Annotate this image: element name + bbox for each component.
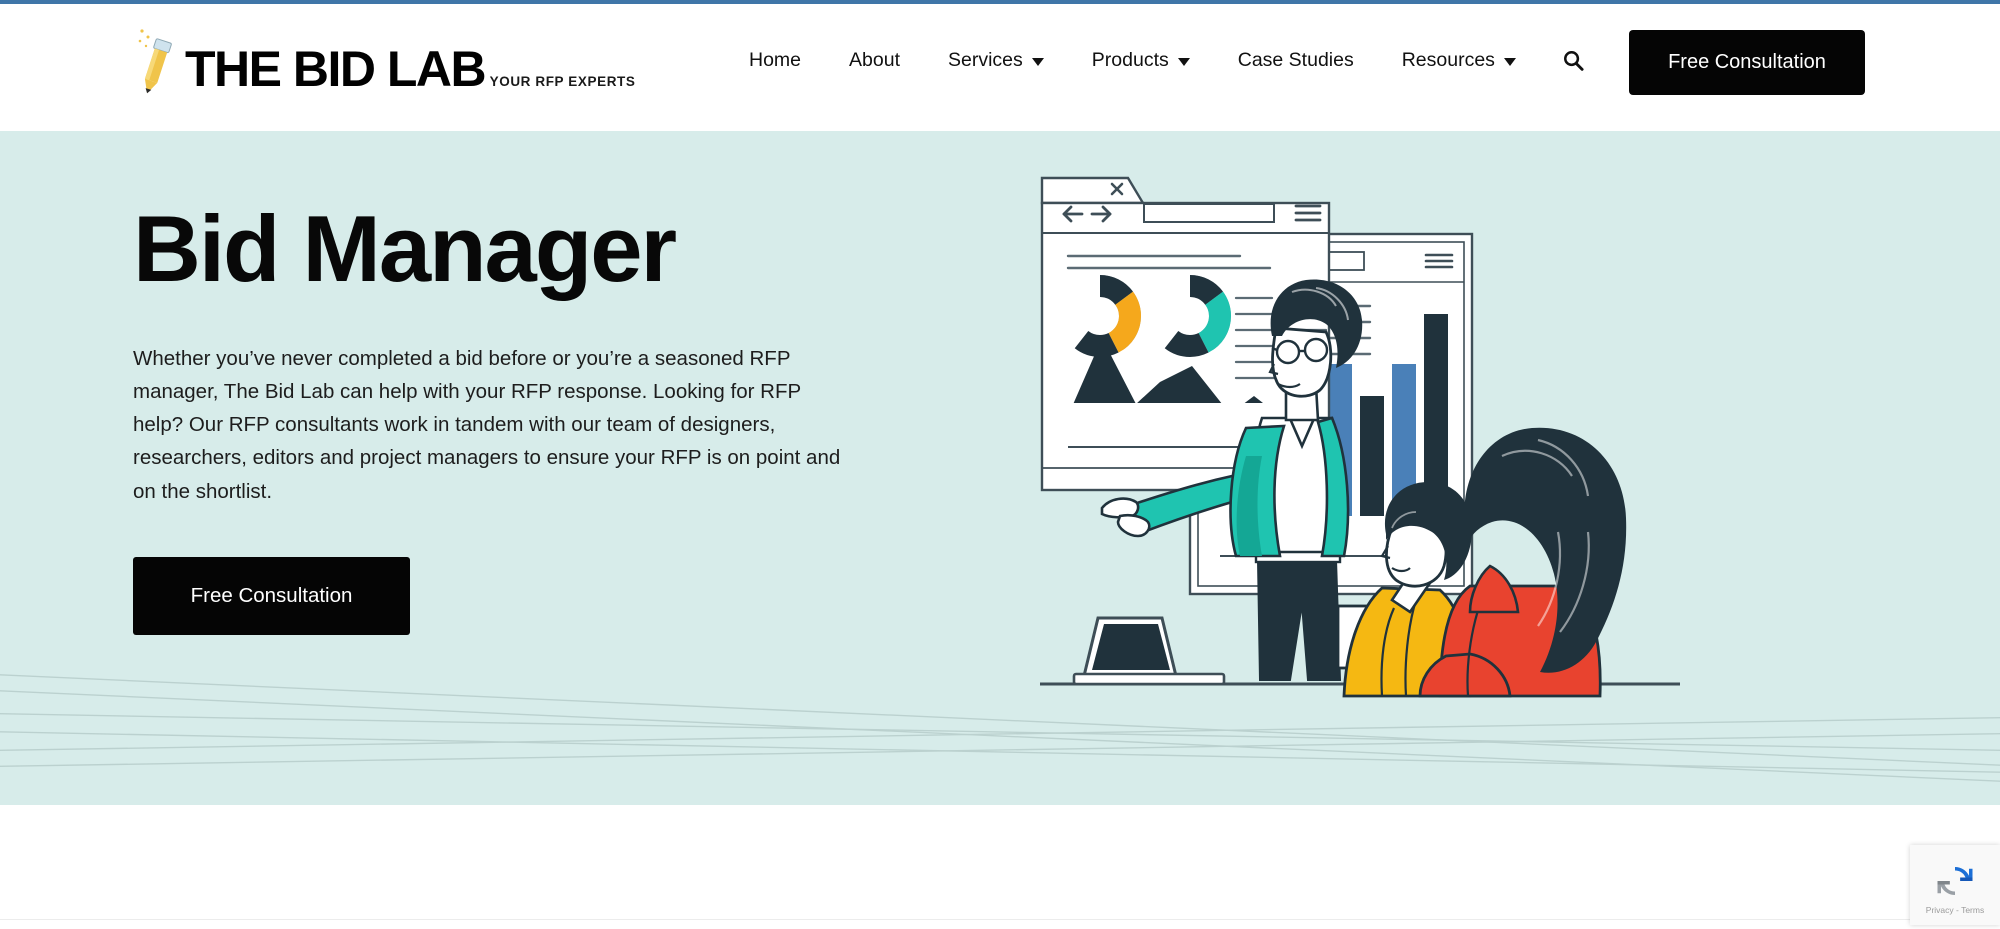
chevron-down-icon bbox=[1177, 57, 1190, 66]
nav-item-resources[interactable]: Resources bbox=[1378, 49, 1540, 72]
hero-section: Bid Manager Whether you’ve never complet… bbox=[0, 131, 2000, 805]
below-fold-section bbox=[0, 805, 2000, 929]
recaptcha-icon bbox=[1937, 866, 1973, 895]
nav-item-services[interactable]: Services bbox=[924, 49, 1068, 72]
pencil-test-tube-icon bbox=[133, 26, 181, 98]
page-divider bbox=[0, 919, 2000, 920]
search-icon bbox=[1563, 51, 1584, 71]
nav-label: Resources bbox=[1401, 49, 1495, 71]
hero-description: Whether you’ve never completed a bid bef… bbox=[133, 346, 841, 503]
chevron-down-icon bbox=[1031, 57, 1044, 66]
site-logo[interactable]: THE BID LAB YOUR RFP EXPERTS bbox=[133, 26, 636, 98]
main-navigation: Home About Services Products Case Studie… bbox=[725, 49, 1607, 72]
nav-label: Home bbox=[749, 49, 802, 71]
search-button[interactable] bbox=[1540, 49, 1607, 72]
logo-title: THE BID LAB bbox=[185, 41, 487, 97]
logo-tagline: YOUR RFP EXPERTS bbox=[489, 74, 636, 89]
nav-item-home[interactable]: Home bbox=[725, 49, 825, 72]
chevron-down-icon bbox=[1503, 57, 1516, 66]
nav-label: Case Studies bbox=[1237, 49, 1354, 71]
recaptcha-badge[interactable]: Privacy - Terms bbox=[1910, 845, 2000, 925]
nav-label: About bbox=[849, 49, 900, 71]
site-header: THE BID LAB YOUR RFP EXPERTS Home About … bbox=[0, 4, 2000, 131]
hero-free-consultation-button[interactable]: Free Consultation bbox=[133, 556, 410, 635]
hero-copy: Bid Manager Whether you’ve never complet… bbox=[133, 196, 893, 635]
page-title: Bid Manager bbox=[133, 196, 677, 301]
nav-item-case-studies[interactable]: Case Studies bbox=[1214, 49, 1378, 72]
nav-label: Services bbox=[948, 49, 1023, 71]
hero-decorative-lines bbox=[0, 674, 2000, 782]
header-free-consultation-button[interactable]: Free Consultation bbox=[1629, 30, 1865, 95]
nav-item-about[interactable]: About bbox=[825, 49, 924, 72]
recaptcha-legal-text: Privacy - Terms bbox=[1925, 904, 1985, 915]
nav-label: Products bbox=[1091, 49, 1169, 71]
nav-item-products[interactable]: Products bbox=[1068, 49, 1214, 72]
